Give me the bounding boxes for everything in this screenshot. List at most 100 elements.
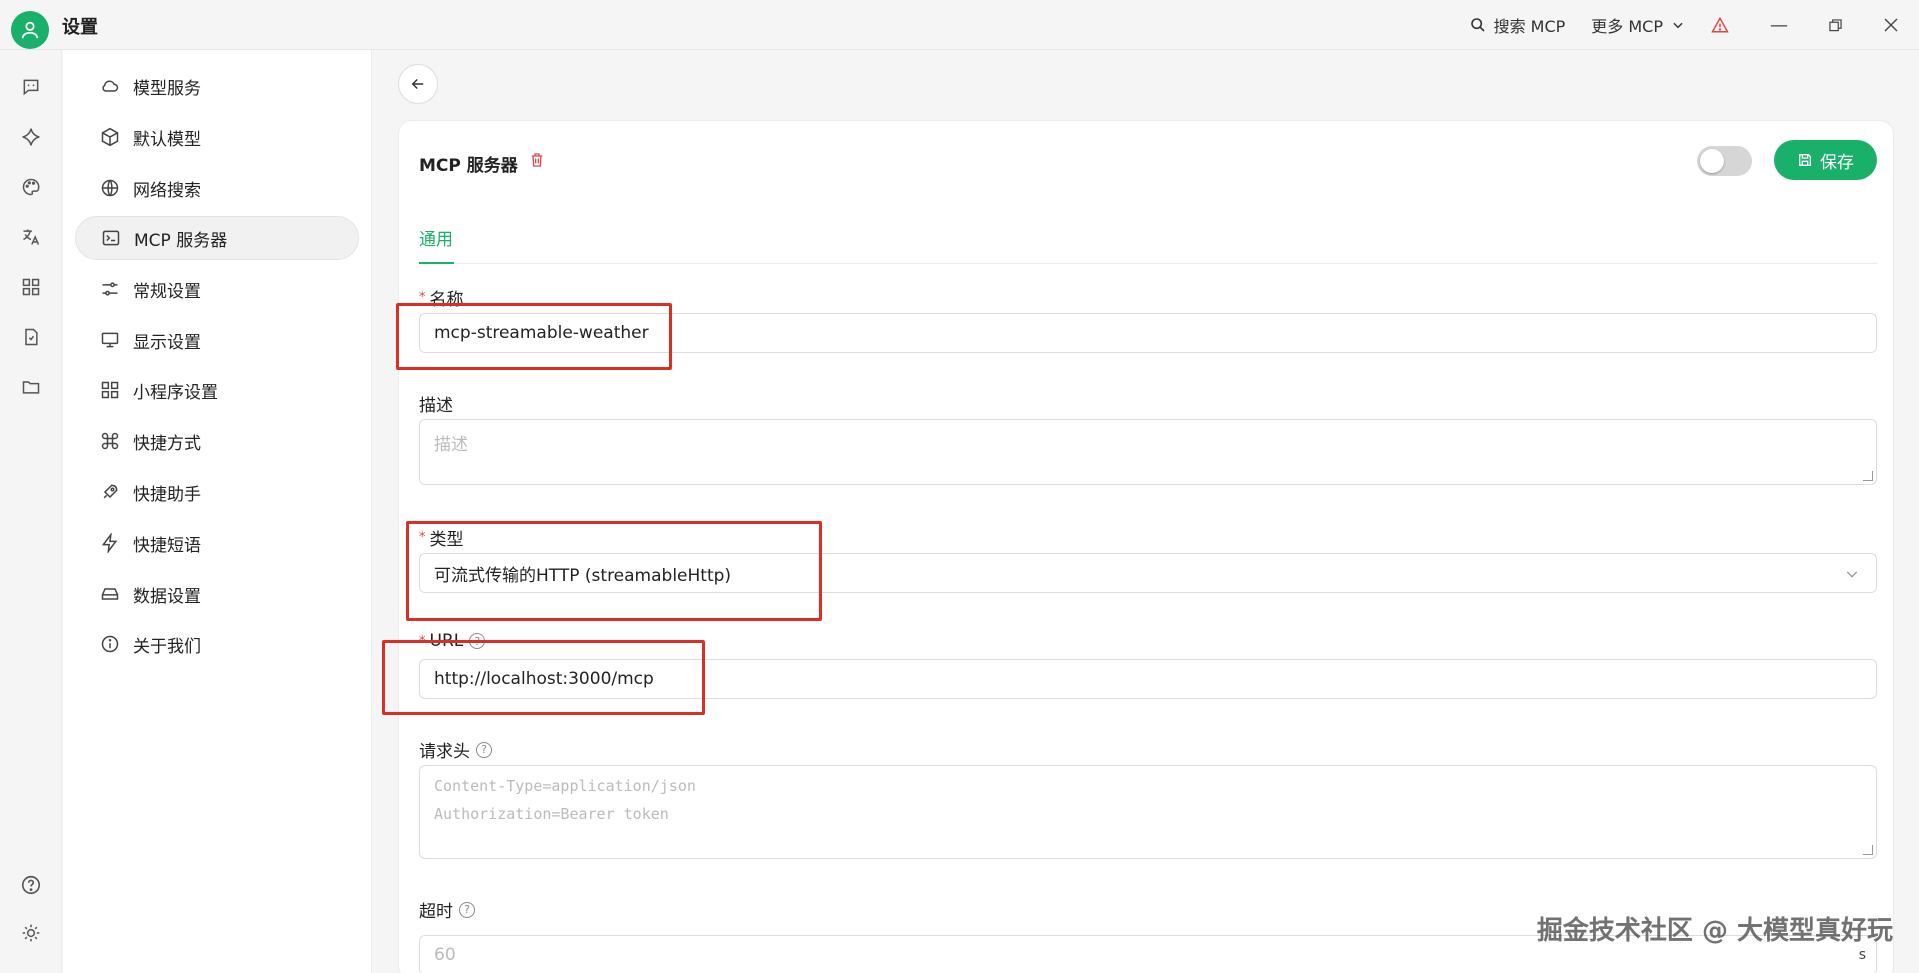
- headers-textarea[interactable]: Content-Type=application/json Authorizat…: [419, 765, 1877, 859]
- sidebar-item-label: 关于我们: [133, 636, 201, 657]
- mcp-server-card: MCP 服务器 保存 通用 * 名称 mcp-streamable-weathe…: [398, 120, 1894, 973]
- close-icon: [1884, 18, 1898, 32]
- sidebar-item-label: 模型服务: [133, 78, 201, 99]
- resize-handle[interactable]: [1863, 845, 1873, 855]
- resize-handle[interactable]: [1863, 471, 1873, 481]
- url-label-row: * URL ?: [419, 631, 486, 651]
- warning-icon: [1711, 16, 1729, 33]
- sidebar-item-label: 快捷助手: [133, 484, 201, 505]
- user-avatar[interactable]: [11, 11, 49, 49]
- watermark: 掘金技术社区 @ 大模型真好玩: [1536, 916, 1893, 946]
- sparkle-icon: [22, 128, 40, 146]
- desc-label-row: 描述: [419, 391, 453, 416]
- type-label: 类型: [429, 530, 464, 550]
- help-icon[interactable]: ?: [476, 741, 492, 758]
- more-mcp-label: 更多 MCP: [1591, 17, 1663, 36]
- rail-help[interactable]: [18, 872, 44, 898]
- tab-divider: [419, 263, 1877, 264]
- sidebar-item-data-settings[interactable]: 数据设置: [75, 572, 359, 616]
- url-label: URL: [429, 631, 464, 651]
- url-value: http://localhost:3000/mcp: [434, 669, 654, 689]
- chevron-down-icon: [1673, 22, 1683, 29]
- url-input[interactable]: http://localhost:3000/mcp: [419, 659, 1877, 699]
- sliders-icon: [99, 278, 121, 300]
- card-title: MCP 服务器: [419, 156, 518, 176]
- trash-icon: [531, 153, 543, 167]
- sidebar-item-display-settings[interactable]: 显示设置: [75, 318, 359, 362]
- rail-apps[interactable]: [18, 274, 44, 300]
- sidebar-item-model-service[interactable]: 模型服务: [75, 64, 359, 108]
- desc-label: 描述: [419, 396, 453, 416]
- minimize-button[interactable]: —: [1751, 0, 1807, 50]
- sidebar-item-quick-assistant[interactable]: 快捷助手: [75, 470, 359, 514]
- timeout-label-row: 超时 ?: [419, 897, 475, 922]
- folder-icon: [22, 381, 40, 394]
- grid-icon: [22, 278, 40, 296]
- main-content: MCP 服务器 保存 通用 * 名称 mcp-streamable-weathe…: [373, 50, 1919, 973]
- sidebar-item-label: 小程序设置: [133, 382, 218, 403]
- required-marker: *: [419, 290, 426, 305]
- warning-button[interactable]: [1711, 16, 1729, 34]
- sidebar-item-shortcuts[interactable]: 快捷方式: [75, 419, 359, 463]
- user-icon: [21, 21, 39, 39]
- name-input[interactable]: mcp-streamable-weather: [419, 313, 1877, 353]
- search-icon: [1470, 18, 1485, 32]
- palette-icon: [22, 178, 40, 196]
- name-label: 名称: [429, 290, 464, 310]
- save-button[interactable]: 保存: [1774, 140, 1877, 180]
- search-mcp-button[interactable]: 搜索 MCP: [1470, 13, 1565, 37]
- sidebar-item-label: 默认模型: [133, 129, 201, 150]
- settings-sidebar: 模型服务 默认模型 网络搜索 MCP 服务器 常规设置 显示设置 小程序设置 快…: [63, 50, 372, 973]
- icon-rail: [0, 50, 62, 973]
- rail-files[interactable]: [18, 324, 44, 350]
- help-icon[interactable]: ?: [469, 633, 486, 649]
- rail-agents[interactable]: [18, 124, 44, 150]
- sidebar-item-web-search[interactable]: 网络搜索: [75, 166, 359, 210]
- sidebar-item-label: 快捷短语: [133, 535, 201, 556]
- sun-icon: [22, 924, 40, 942]
- chevron-down-icon: [1846, 571, 1858, 578]
- sidebar-item-label: 显示设置: [133, 332, 201, 353]
- chat-icon: [23, 79, 39, 96]
- desc-textarea[interactable]: 描述: [419, 419, 1877, 485]
- name-value: mcp-streamable-weather: [434, 323, 649, 343]
- type-select[interactable]: 可流式传输的HTTP (streamableHttp): [419, 553, 1877, 593]
- required-marker: *: [419, 633, 426, 649]
- minimize-icon: —: [1770, 14, 1788, 36]
- rail-translate[interactable]: [18, 224, 44, 250]
- close-button[interactable]: [1863, 0, 1919, 50]
- timeout-placeholder: 60: [434, 945, 456, 965]
- cloud-icon: [99, 75, 121, 97]
- file-icon: [25, 328, 38, 346]
- globe-icon: [99, 177, 121, 199]
- command-icon: [99, 430, 121, 452]
- drive-icon: [99, 583, 121, 605]
- sidebar-item-quick-phrases[interactable]: 快捷短语: [75, 521, 359, 565]
- desc-placeholder: 描述: [434, 435, 468, 455]
- rail-paint[interactable]: [18, 174, 44, 200]
- sidebar-item-mcp-server[interactable]: MCP 服务器: [75, 216, 359, 260]
- headers-label-row: 请求头 ?: [419, 737, 492, 762]
- translate-icon: [23, 229, 40, 245]
- sidebar-item-miniapp-settings[interactable]: 小程序设置: [75, 368, 359, 412]
- headers-placeholder-line-2: Authorization=Bearer token: [434, 805, 669, 823]
- sidebar-item-general-settings[interactable]: 常规设置: [75, 267, 359, 311]
- timeout-unit: s: [1858, 947, 1866, 963]
- type-value: 可流式传输的HTTP (streamableHttp): [434, 565, 732, 586]
- delete-button[interactable]: [529, 151, 545, 174]
- sidebar-item-label: 数据设置: [133, 586, 201, 607]
- restore-button[interactable]: [1807, 0, 1863, 50]
- sidebar-item-default-model[interactable]: 默认模型: [75, 115, 359, 159]
- back-button[interactable]: [398, 64, 438, 104]
- help-icon: [21, 875, 41, 895]
- rail-folder[interactable]: [18, 374, 44, 400]
- sidebar-item-about[interactable]: 关于我们: [75, 622, 359, 666]
- rocket-icon: [99, 481, 121, 503]
- tab-general[interactable]: 通用: [419, 225, 453, 250]
- rail-chat[interactable]: [18, 74, 44, 100]
- help-icon[interactable]: ?: [459, 901, 475, 918]
- more-mcp-dropdown[interactable]: 更多 MCP: [1591, 13, 1685, 37]
- enable-toggle[interactable]: [1697, 146, 1752, 176]
- monitor-icon: [99, 329, 121, 351]
- rail-theme[interactable]: [18, 920, 44, 946]
